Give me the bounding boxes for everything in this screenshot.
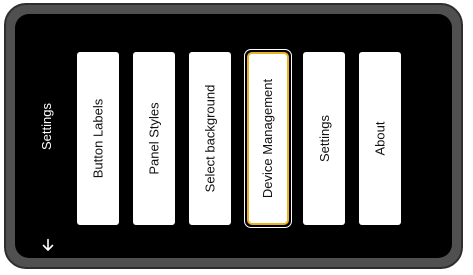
menu-item-label: About — [372, 121, 388, 156]
menu-item-device-management[interactable]: Device Management — [244, 49, 292, 228]
menu-item-panel-styles[interactable]: Panel Styles — [133, 52, 175, 225]
menu-item-button-labels[interactable]: Button Labels — [77, 52, 119, 225]
page-title: Settings — [22, 51, 70, 201]
arrow-down-icon[interactable] — [41, 238, 55, 252]
menu-item-label: Panel Styles — [146, 102, 162, 175]
menu-item-label: Settings — [316, 115, 332, 162]
menu-item-label: Select background — [202, 84, 218, 193]
menu-item-label: Button Labels — [90, 98, 106, 179]
menu-item-about[interactable]: About — [359, 52, 401, 225]
settings-screen: Settings Button Labels Panel Styles Sele… — [15, 14, 452, 258]
page-title-label: Settings — [38, 102, 54, 150]
device-frame: Settings Button Labels Panel Styles Sele… — [4, 3, 463, 269]
menu-item-label: Device Management — [260, 78, 276, 199]
menu-item-select-background[interactable]: Select background — [189, 52, 231, 225]
menu-item-settings[interactable]: Settings — [303, 52, 345, 225]
